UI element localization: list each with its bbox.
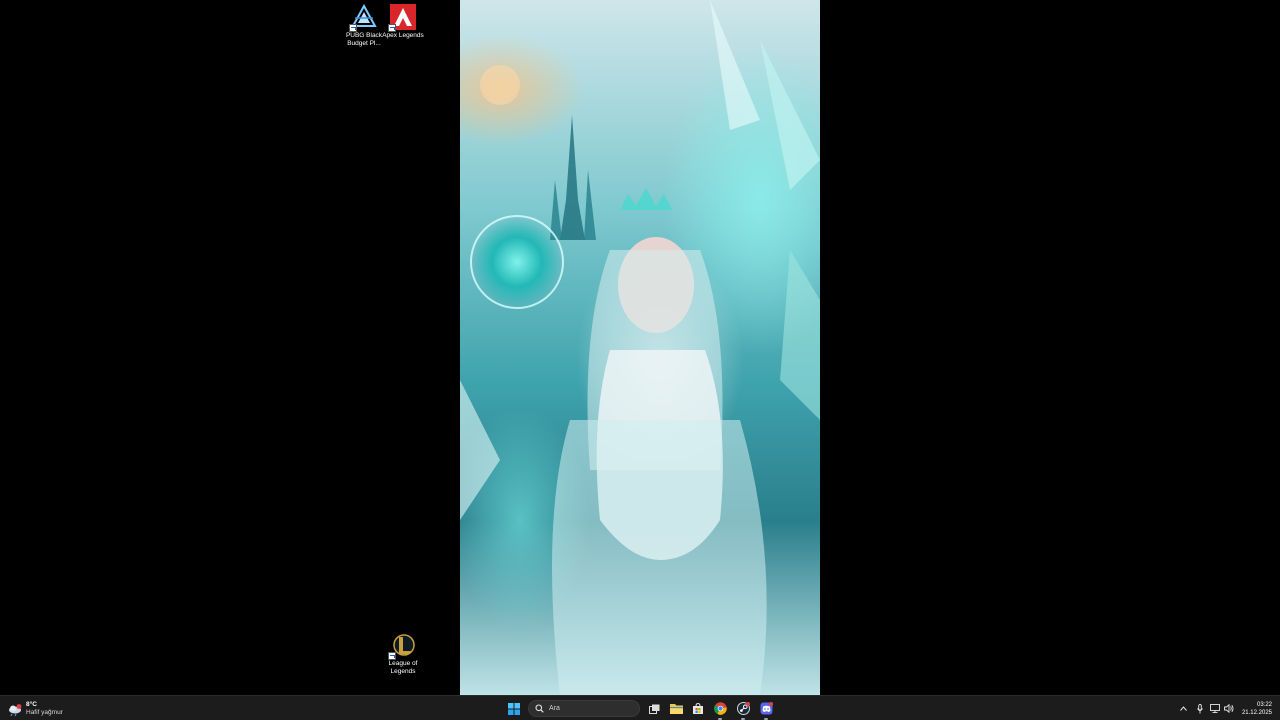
desktop-icon-label: Apex Legends	[382, 32, 424, 39]
shortcut-arrow-icon	[388, 24, 396, 32]
desktop-icon-label: PUBG Black Budget Pl...	[345, 32, 383, 47]
rain-cloud-icon	[8, 703, 22, 716]
desktop-icon-label: League of Legends	[388, 660, 418, 675]
clock-date: 21.12.2025	[1241, 709, 1272, 716]
discord-icon	[760, 702, 773, 715]
chevron-up-icon	[1179, 706, 1187, 711]
windows-start-icon	[508, 702, 520, 715]
task-view-icon	[648, 704, 659, 714]
search-icon	[535, 704, 544, 713]
clock-text: 03:22 21.12.2025	[1242, 701, 1272, 717]
taskbar: 8°C Hafif yağmur Ara 03:22 21.12.2025	[0, 695, 1280, 720]
desktop-icon-league[interactable]: League of Legends	[381, 632, 425, 676]
shortcut-arrow-icon	[388, 652, 396, 660]
wallpaper-image	[460, 0, 820, 695]
desktop[interactable]: PUBG Black Budget Pl... Apex Legends Lea…	[0, 0, 1280, 695]
task-view-button[interactable]	[645, 696, 663, 720]
microphone-button[interactable]	[1195, 696, 1205, 720]
steam-icon	[736, 702, 750, 715]
volume-button[interactable]	[1223, 696, 1235, 720]
start-button[interactable]	[505, 696, 523, 720]
clock-time: 03:22	[1256, 701, 1272, 708]
clock[interactable]: 03:22 21.12.2025	[1238, 696, 1272, 720]
weather-text: 8°C Hafif yağmur	[26, 701, 63, 717]
microsoft-store-icon	[693, 702, 703, 714]
taskbar-microsoft-store[interactable]	[689, 696, 707, 720]
desktop-icon-pubg[interactable]: PUBG Black Budget Pl...	[342, 3, 386, 48]
volume-icon	[1224, 704, 1234, 713]
desktop-icon-apex[interactable]: Apex Legends	[381, 4, 425, 40]
weather-widget[interactable]: 8°C Hafif yağmur	[8, 696, 78, 720]
league-of-legends-icon	[388, 632, 416, 660]
show-hidden-icons-button[interactable]	[1178, 696, 1188, 720]
search-placeholder: Ara	[549, 705, 560, 712]
taskbar-steam[interactable]	[734, 696, 752, 720]
network-button[interactable]	[1209, 696, 1221, 720]
microphone-icon	[1197, 703, 1203, 713]
weather-temperature: 8°C	[26, 700, 37, 708]
network-icon	[1210, 704, 1220, 713]
taskbar-chrome[interactable]	[711, 696, 729, 720]
chrome-icon	[713, 702, 727, 715]
taskbar-file-explorer[interactable]	[667, 696, 685, 720]
apex-legends-icon	[388, 4, 416, 32]
search-box[interactable]: Ara	[528, 700, 640, 717]
pubg-black-budget-icon	[349, 3, 377, 32]
shortcut-arrow-icon	[349, 24, 357, 32]
weather-condition: Hafif yağmur	[26, 708, 63, 716]
file-explorer-icon	[669, 704, 683, 714]
taskbar-discord[interactable]	[757, 696, 775, 720]
